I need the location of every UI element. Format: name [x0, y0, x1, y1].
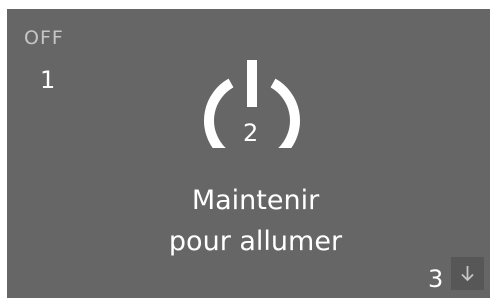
arrow-down-icon	[461, 266, 474, 282]
callout-number-3: 3	[428, 265, 444, 293]
callout-number-1: 1	[40, 66, 56, 94]
callout-number-2: 2	[243, 119, 259, 147]
device-screen: OFF 1 2 Maintenir pour allumer 3	[7, 9, 490, 298]
instruction-line-1: Maintenir	[191, 185, 320, 216]
status-label: OFF	[24, 27, 64, 49]
power-instruction: Maintenir pour allumer	[7, 180, 490, 262]
instruction-line-2: pour allumer	[168, 226, 343, 257]
scroll-down-button[interactable]	[451, 257, 484, 290]
